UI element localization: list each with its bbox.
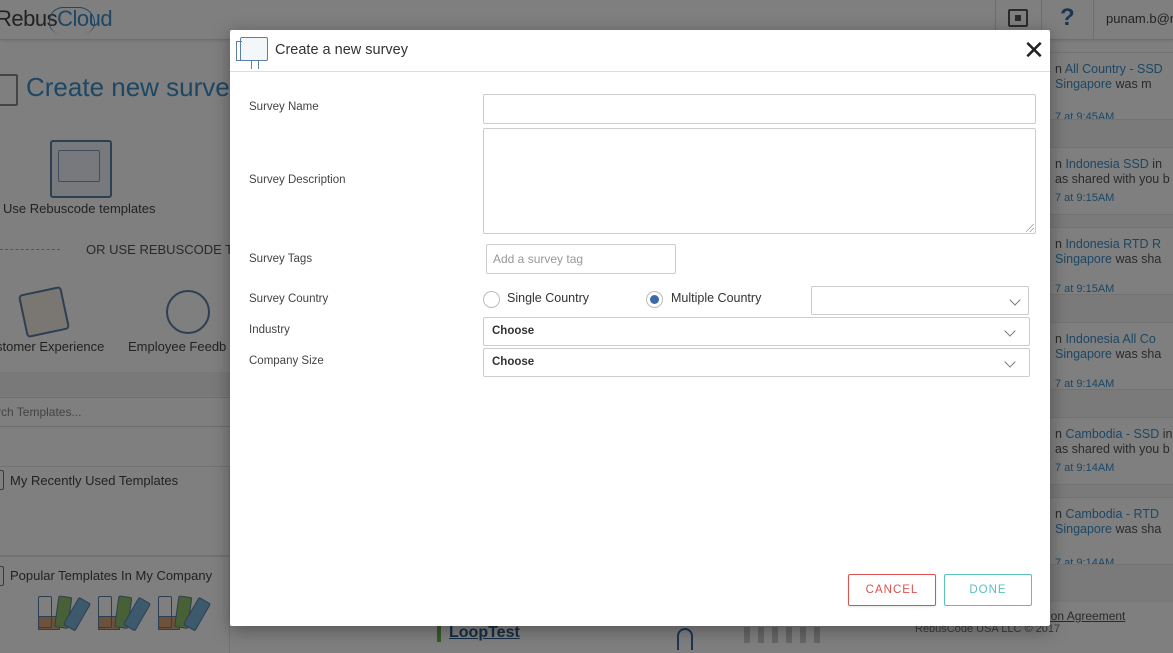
survey-description-input[interactable] — [483, 128, 1036, 234]
survey-description-label: Survey Description — [249, 174, 346, 186]
cancel-button[interactable]: CANCEL — [848, 574, 936, 606]
chevron-down-icon — [1009, 294, 1021, 306]
company-size-select[interactable]: Choose — [483, 348, 1030, 377]
multiple-country-label[interactable]: Multiple Country — [671, 291, 761, 305]
survey-country-label: Survey Country — [249, 293, 329, 305]
close-icon[interactable]: ✕ — [1022, 37, 1046, 63]
multiple-country-radio[interactable] — [646, 291, 663, 308]
survey-tags-label: Survey Tags — [249, 253, 313, 265]
survey-board-icon — [236, 37, 268, 69]
single-country-radio[interactable] — [483, 291, 500, 308]
chevron-down-icon — [1004, 325, 1016, 337]
dialog-title: Create a new survey — [275, 42, 408, 58]
done-button[interactable]: DONE — [944, 574, 1032, 606]
dialog-header: Create a new survey ✕ — [230, 30, 1050, 72]
survey-tag-input[interactable] — [486, 244, 676, 274]
create-survey-dialog: Create a new survey ✕ Survey Name Survey… — [230, 30, 1050, 626]
chevron-down-icon — [1004, 356, 1016, 368]
survey-name-input[interactable] — [483, 94, 1036, 124]
industry-select[interactable]: Choose — [483, 317, 1030, 346]
country-select[interactable] — [811, 286, 1029, 315]
industry-select-value: Choose — [492, 325, 535, 337]
company-size-label: Company Size — [249, 355, 324, 367]
single-country-label[interactable]: Single Country — [507, 291, 589, 305]
resize-handle[interactable] — [1026, 224, 1034, 232]
industry-label: Industry — [249, 324, 290, 336]
survey-name-label: Survey Name — [249, 101, 319, 113]
company-size-select-value: Choose — [492, 356, 535, 368]
